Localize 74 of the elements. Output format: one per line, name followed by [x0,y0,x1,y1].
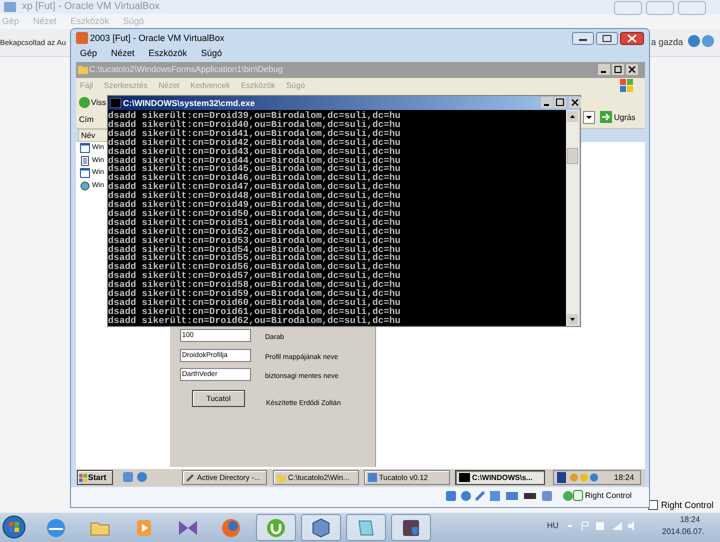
menu-item[interactable]: Eszközök [148,47,188,60]
start-orb-icon[interactable] [2,515,26,539]
console-line: dsadd sikerült:cn=Droid46,ou=Birodalom,dc=suli,dc=hu [108,173,401,182]
console-line: dsadd sikerült:cn=Droid61,ou=Birodalom,dc=suli,dc=hu [108,306,401,316]
console-line: dsadd sikerült:cn=Droid41,ou=Birodalom,dc=suli,dc=hu [108,128,401,138]
language-indicator[interactable]: HU [547,521,559,531]
app-icon [76,32,88,44]
console-icon [110,98,121,108]
minimize-button[interactable] [541,97,553,108]
console-line: dsadd sikerült:cn=Droid62,ou=Birodalom,dc=suli,dc=hu [108,316,401,325]
console-line: dsadd sikerült:cn=Droid39,ou=Birodalom,dc=suli,dc=hu [108,111,401,120]
menu-item[interactable]: Súgó [201,47,222,60]
window-title: C:\tucatolo2\WindowsFormsApplication1\bin\Debug [89,64,283,75]
close-button[interactable] [626,64,638,75]
console-line: dsadd sikerült:cn=Droid40,ou=Birodalom,dc=suli,dc=hu [108,120,401,129]
date: 2014.06.07. [662,527,704,537]
console-line: dsadd sikerült:cn=Droid56,ou=Birodalom,dc=suli,dc=hu [108,262,401,272]
console-line: dsadd sikerült:cn=Droid44,ou=Birodalom,dc=suli,dc=hu [108,156,401,164]
address-label: Cím [79,115,94,125]
column-header[interactable]: Név [78,129,108,142]
host-key-icon [573,490,583,501]
close-button[interactable] [620,32,644,45]
clock: 18:24 [678,515,702,525]
console-line: dsadd sikerült:cn=Droid52,ou=Birodalom,dc=suli,dc=hu [108,226,401,236]
folder-icon [277,473,286,482]
window-title: xp [Fut] - Oracle VM VirtualBox [22,0,160,13]
cube-icon [310,516,332,538]
console-line: dsadd sikerült:cn=Droid53,ou=Birodalom,dc=suli,dc=hu [108,236,401,245]
console-line: dsadd sikerült:cn=Droid45,ou=Birodalom,dc=suli,dc=hu [108,164,401,174]
console-line: dsadd sikerült:cn=Droid47,ou=Birodalom,dc=suli,dc=hu [108,182,401,192]
taskbar-app-button[interactable] [391,514,431,541]
menu-item[interactable]: Gép [80,47,98,60]
console-line: dsadd sikerült:cn=Droid58,ou=Birodalom,dc=suli,dc=hu [108,280,401,290]
console-line: dsadd sikerült:cn=Droid55,ou=Birodalom,dc=suli,dc=hu [108,253,401,262]
console-line: dsadd sikerült:cn=Droid49,ou=Birodalom,dc=suli,dc=hu [108,200,401,209]
app-icon [4,2,16,12]
console-line: dsadd sikerült:cn=Droid57,ou=Birodalom,dc=suli,dc=hu [108,271,401,280]
window-icon [80,168,90,178]
minimize-button[interactable] [598,64,610,75]
window-title: C:\WINDOWS\system32\cmd.exe [123,97,255,109]
maximize-button[interactable] [596,32,618,45]
console-line: dsadd sikerült:cn=Droid50,ou=Birodalom,dc=suli,dc=hu [108,208,401,218]
windows-logo-icon [620,79,634,93]
go-button[interactable]: Ugrás [614,113,636,123]
console-icon [459,473,470,482]
globe-icon [220,516,242,538]
maximize-button[interactable] [554,97,566,108]
console-line: dsadd sikerült:cn=Droid43,ou=Birodalom,dc=suli,dc=hu [108,146,401,156]
close-button[interactable] [569,97,581,108]
tool-icon [186,473,195,482]
restore-button[interactable] [612,64,624,75]
status-text: Right Control [585,491,632,501]
taskbar-app-button[interactable] [301,514,341,541]
window-title: 2003 [Fut] - Oracle VM VirtualBox [90,32,224,44]
console-line: dsadd sikerült:cn=Droid42,ou=Birodalom,dc=suli,dc=hu [108,138,401,147]
console-line: dsadd sikerült:cn=Droid54,ou=Birodalom,dc=suli,dc=hu [108,244,401,254]
console-line: dsadd sikerült:cn=Droid48,ou=Birodalom,dc=suli,dc=hu [108,191,401,200]
app-icon [368,473,377,482]
clock: 18:24 [614,472,634,483]
status-text: Right Control [661,499,714,511]
console-line: dsadd sikerült:cn=Droid59,ou=Birodalom,dc=suli,dc=hu [108,289,401,298]
start-button[interactable]: Start [77,470,113,485]
console-line: dsadd sikerült:cn=Droid60,ou=Birodalom,dc=suli,dc=hu [108,298,401,307]
back-button[interactable]: Viss [91,98,106,108]
tray-icons-drawing [557,472,599,483]
folder-icon [78,64,88,74]
windows-logo-icon [79,474,87,482]
notification-text: a gazda [651,36,684,48]
go-arrow-icon[interactable] [600,111,612,123]
menu-item[interactable]: Nézet [111,47,135,60]
minimize-button[interactable] [572,32,594,45]
document-icon [80,156,90,166]
console-line: dsadd sikerült:cn=Droid51,ou=Birodalom,dc=suli,dc=hu [108,218,401,227]
torrent-icon [265,516,287,538]
